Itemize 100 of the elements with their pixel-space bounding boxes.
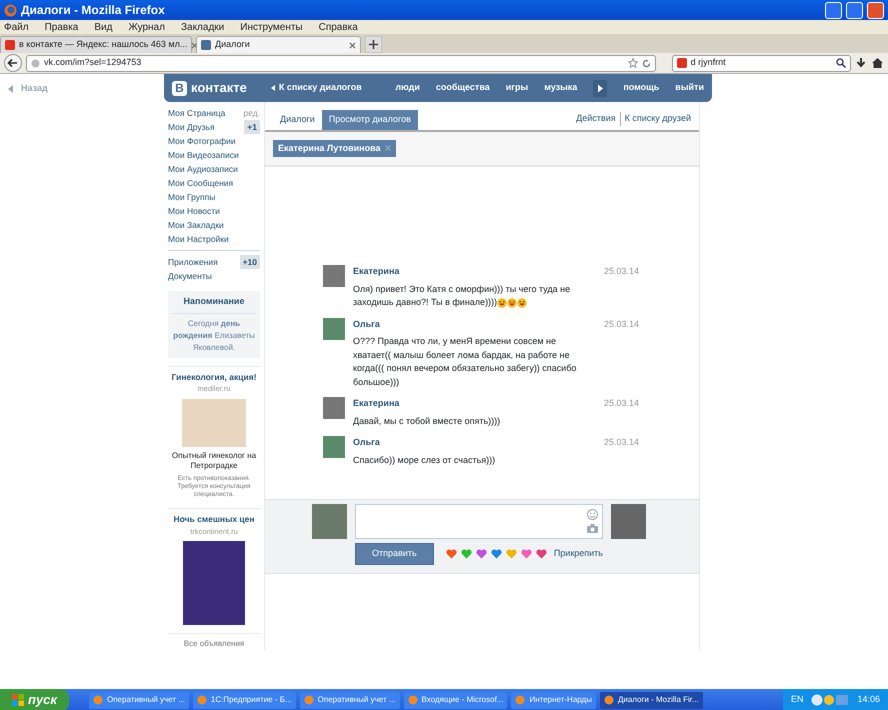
ad-title[interactable]: Гинекология, акция! [168,370,260,384]
back-to-dialogs-link[interactable]: К списку диалогов [278,81,362,95]
camera-icon[interactable] [587,524,598,533]
firefox-icon [4,4,17,16]
message-text: Спасибо)) море слез от счастья))) [353,454,496,467]
laughing-face-icon [497,298,508,308]
all-ads-link[interactable]: Все объявления [168,632,260,650]
sidebar-link[interactable]: Мои Сообщения [168,176,234,190]
send-button[interactable]: Отправить [355,543,434,564]
sender-name[interactable]: Екатерина [353,265,596,278]
sidebar-link[interactable]: Мои Видеозаписи [168,148,239,162]
message-input[interactable] [355,504,603,539]
app-icon [196,695,207,705]
site-logo[interactable]: В контакте [172,78,247,98]
maximize-button[interactable] [846,2,863,18]
message-date: 25.03.14 [604,265,639,278]
windows-flag-icon [12,694,24,706]
menu-item[interactable]: Закладки [180,20,224,34]
home-icon[interactable] [871,57,884,69]
download-icon[interactable] [855,57,867,69]
laughing-face-icon [517,298,528,308]
message-text: О??? Правда что ли, у менЯ времени совсем не хватает(( малыш болеет лома бардак, на работе не когда((( понял вечером обязательно забегу)) спасибо большое))) [353,335,578,389]
back-triangle-icon [8,84,13,93]
sidebar-link[interactable]: Мои Аудиозаписи [168,162,238,176]
avatar-placeholder [611,504,646,539]
menu-item[interactable]: Справка [318,20,358,34]
sidebar-link[interactable]: Мои Фотографии [168,134,236,148]
count-badge: +1 [244,120,260,134]
nav-link[interactable]: выйти [675,81,704,95]
nav-link[interactable]: игры [506,81,528,95]
action-link[interactable]: К списку друзей [620,112,691,126]
search-field[interactable]: d rjynfrnt [672,54,851,72]
photo-placeholder [182,398,246,446]
sidebar-link[interactable]: Мои Закладки [168,218,224,232]
sidebar-link[interactable]: Документы [168,269,212,283]
taskbar-button[interactable]: Диалоги - Mozilla Fir... [600,692,703,708]
sender-name[interactable]: Ольга [353,318,596,331]
heart-icon[interactable] [536,548,547,559]
ad-title[interactable]: Ночь смешных цен [168,512,260,526]
sidebar-link[interactable]: Приложения [168,255,218,269]
clock: 14:06 [857,693,880,706]
new-tab-icon[interactable] [365,36,382,53]
taskbar-button[interactable]: 1С:Предприятие - Б... [192,692,296,708]
heart-icon[interactable] [520,548,532,559]
menu-item[interactable]: Журнал [128,20,165,34]
recipient-chip[interactable]: Екатерина Лутовинова [273,140,396,157]
message-date: 25.03.14 [604,318,639,330]
sender-name[interactable]: Екатерина [353,397,596,410]
avatar-placeholder [323,436,345,458]
start-button[interactable]: пуск [0,689,69,710]
message-text: Оля) привет! Это Катя с оморфин))) ты чего туда не заходишь давно?! Ты в финале)))) [353,282,572,310]
nav-link[interactable]: помощь [623,81,660,95]
nav-link[interactable]: музыка [544,81,578,95]
taskbar-button[interactable]: Оперативный учет ... [89,692,189,708]
attach-link[interactable]: Прикрепить [554,547,603,560]
tab[interactable]: Просмотр диалогов [322,110,418,130]
page-icon [5,40,15,50]
back-triangle-icon [270,85,275,91]
heart-icon[interactable] [446,548,457,559]
nav-link[interactable]: сообщества [436,81,490,95]
taskbar-button[interactable]: Входящие - Microsof... [404,692,508,708]
heart-icon[interactable] [460,548,472,559]
menu-item[interactable]: Вид [94,20,112,34]
heart-icon[interactable] [490,548,502,559]
laughing-face-icon [507,298,518,308]
close-icon[interactable] [349,42,356,48]
sidebar-link[interactable]: Моя Страница [168,106,226,120]
play-button-icon[interactable] [593,80,608,96]
sidebar-link[interactable]: Мои Настройки [168,232,229,246]
sidebar-link[interactable]: Мои Группы [168,190,216,204]
app-icon [304,695,314,705]
minimize-button[interactable] [825,2,842,18]
menu-item[interactable]: Правка [44,20,78,34]
app-icon [408,695,418,705]
page-icon [201,40,211,50]
message-text: Давай, мы с тобой вместе опять)))) [353,414,502,428]
sender-name[interactable]: Ольга [353,436,596,450]
menu-item[interactable]: Инструменты [240,20,303,34]
close-icon[interactable] [191,42,198,48]
star-icon[interactable] [628,58,638,68]
app-icon [93,695,103,705]
app-icon [604,695,614,705]
sidebar-link[interactable]: Мои Друзья [168,120,215,134]
menu-item[interactable]: Файл [4,20,29,34]
taskbar-button[interactable]: Интернет-Нарды [511,692,596,708]
smiley-icon[interactable] [587,509,598,520]
search-icon[interactable] [836,58,846,68]
ad-caption: Опытный гинеколог на Петроградке [170,450,258,470]
taskbar-button[interactable]: Оперативный учет ... [300,692,400,708]
sidebar-link[interactable]: Мои Новости [168,204,220,218]
heart-icon[interactable] [476,548,487,559]
action-link[interactable]: Действия [576,112,616,126]
reload-icon[interactable] [642,58,651,68]
close-button[interactable] [867,2,884,18]
reminder-title: Напоминание [172,295,256,314]
avatar-placeholder [323,318,345,340]
tab[interactable]: Диалоги [273,110,322,130]
browser-tab[interactable]: Диалоги [196,36,361,53]
address-bar[interactable]: vk.com/im?sel=1294753 [26,54,656,72]
nav-link[interactable]: люди [395,81,420,95]
